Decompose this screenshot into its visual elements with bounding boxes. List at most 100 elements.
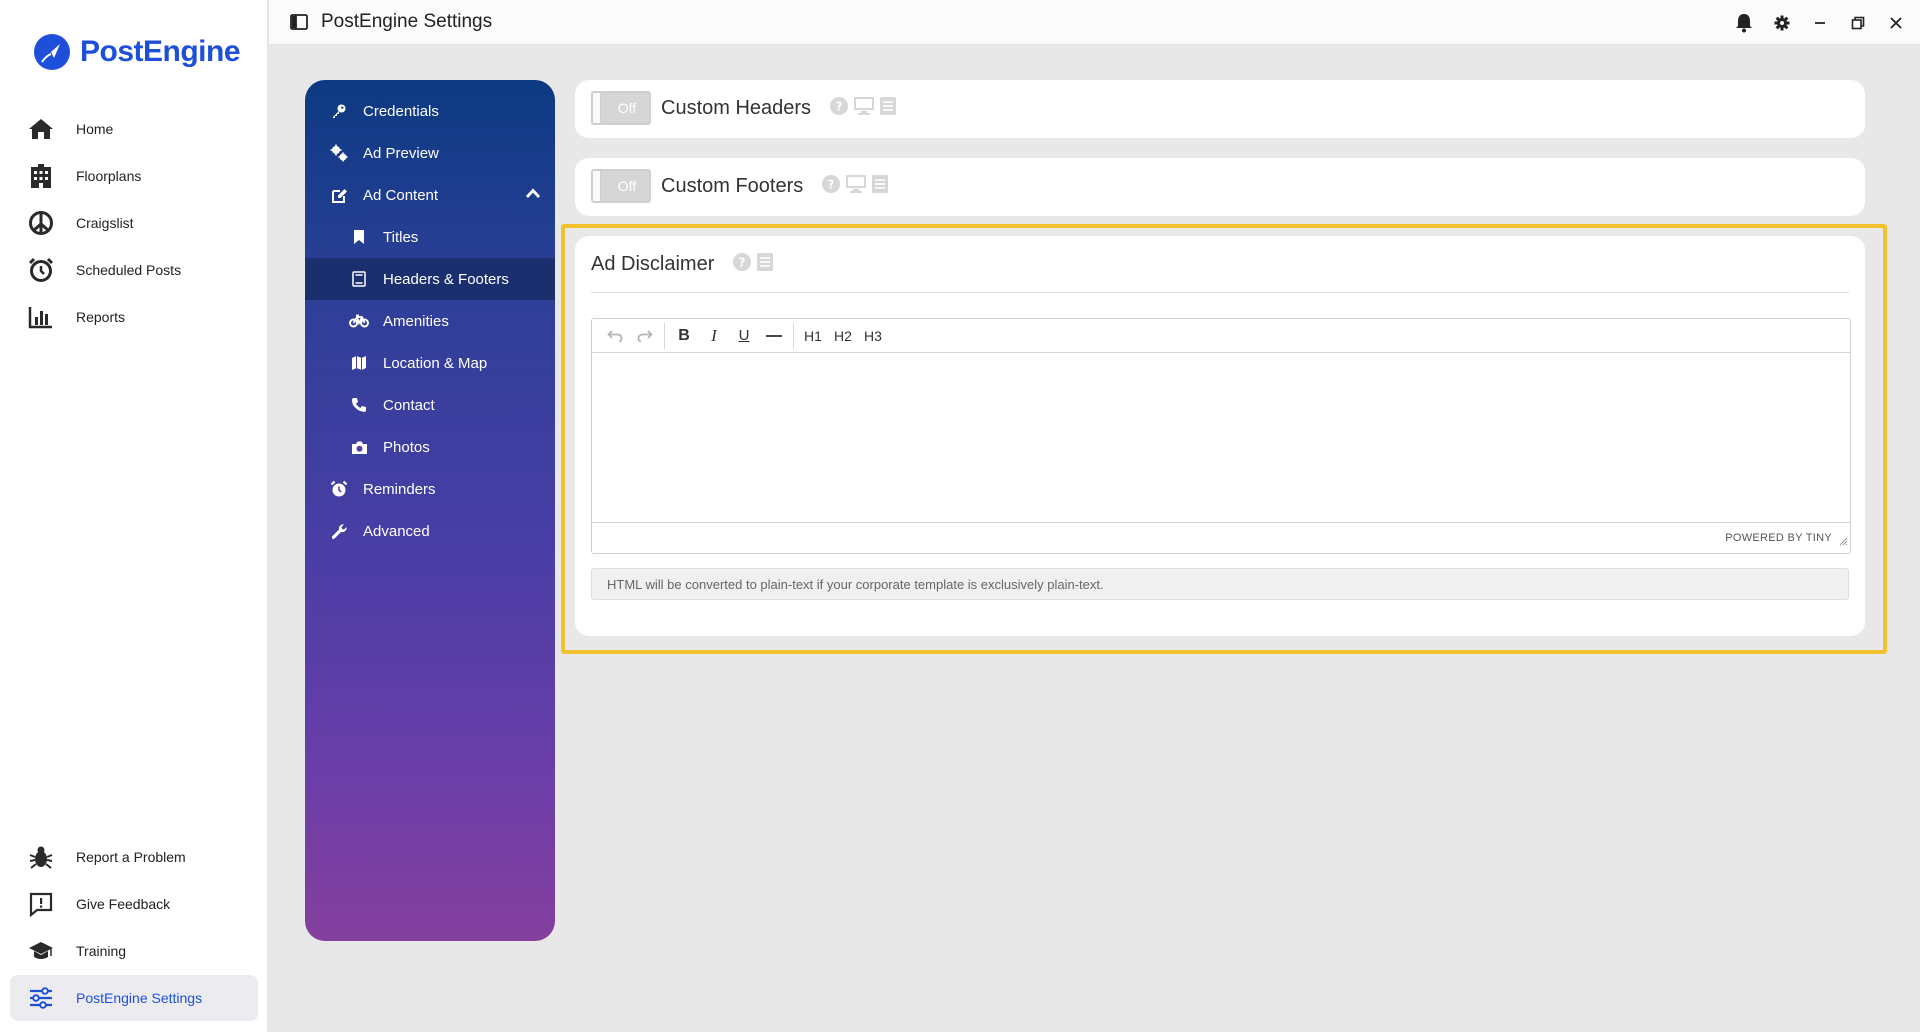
rich-text-editor: B I U H1 H2 H3 POWERED BY TINY [591, 318, 1851, 554]
settings-nav-photos[interactable]: Photos [305, 426, 555, 468]
powered-by-tiny-link[interactable]: POWERED BY TINY [1725, 532, 1832, 544]
logo-text: PostEngine [80, 35, 241, 68]
help-icon[interactable]: ? [821, 174, 841, 199]
peace-icon [26, 208, 56, 238]
settings-nav-label: Amenities [383, 312, 449, 330]
sidebar-item-scheduled-posts[interactable]: Scheduled Posts [10, 247, 258, 293]
graduation-cap-icon [26, 936, 56, 966]
close-icon[interactable] [1886, 13, 1906, 33]
custom-footers-toggle[interactable]: Off [591, 169, 651, 203]
italic-button[interactable]: I [699, 323, 729, 349]
settings-nav: Credentials Ad Preview Ad Content Titles… [305, 80, 555, 941]
desktop-icon [853, 96, 875, 121]
building-icon [26, 161, 56, 191]
settings-nav-ad-content[interactable]: Ad Content [305, 174, 555, 216]
app-sidebar: PostEngine Home Floorplans Craigslist Sc… [0, 0, 268, 1032]
sidebar-item-reports[interactable]: Reports [10, 294, 258, 340]
settings-nav-label: Advanced [363, 522, 430, 540]
window-title: PostEngine Settings [321, 11, 493, 32]
sidebar-item-label: Floorplans [76, 168, 142, 184]
toolbar-separator [793, 322, 794, 349]
help-icon[interactable]: ? [732, 252, 752, 277]
sidebar-item-report-problem[interactable]: Report a Problem [10, 834, 258, 880]
desktop-icon [845, 174, 867, 199]
custom-headers-toggle[interactable]: Off [591, 91, 651, 125]
edit-icon [329, 185, 349, 205]
toggle-knob [593, 171, 601, 201]
settings-nav-label: Location & Map [383, 354, 488, 372]
settings-nav-headers-footers[interactable]: Headers & Footers [305, 258, 555, 300]
settings-nav-label: Titles [383, 228, 419, 246]
title-bar: PostEngine Settings [269, 0, 1920, 45]
bar-chart-icon [26, 302, 56, 332]
settings-nav-label: Credentials [363, 102, 439, 120]
settings-nav-amenities[interactable]: Amenities [305, 300, 555, 342]
settings-nav-label: Reminders [363, 480, 436, 498]
document-icon [349, 269, 369, 289]
toggle-state-label: Off [617, 100, 637, 116]
custom-footers-card: Off Custom Footers ? [575, 158, 1865, 216]
camera-icon [349, 437, 369, 457]
heading-3-button[interactable]: H3 [858, 323, 888, 349]
editor-content-area[interactable] [592, 353, 1850, 523]
sidebar-item-floorplans[interactable]: Floorplans [10, 153, 258, 199]
resize-handle-icon[interactable] [1838, 533, 1848, 551]
sidebar-item-craigslist[interactable]: Craigslist [10, 200, 258, 246]
toggle-knob [593, 93, 601, 123]
custom-headers-card: Off Custom Headers ? [575, 80, 1865, 138]
sidebar-item-label: Reports [76, 309, 126, 325]
bell-icon[interactable] [1734, 13, 1754, 33]
settings-nav-ad-preview[interactable]: Ad Preview [305, 132, 555, 174]
bold-button[interactable]: B [669, 323, 699, 349]
svg-text:?: ? [836, 99, 843, 113]
chevron-up-icon[interactable] [525, 186, 541, 204]
bicycle-icon [349, 311, 369, 331]
settings-nav-label: Ad Preview [363, 144, 439, 162]
settings-nav-label: Headers & Footers [383, 270, 509, 288]
sliders-icon [26, 983, 56, 1013]
heading-1-button[interactable]: H1 [798, 323, 828, 349]
settings-nav-titles[interactable]: Titles [305, 216, 555, 258]
underline-button[interactable]: U [729, 323, 759, 349]
settings-nav-location-map[interactable]: Location & Map [305, 342, 555, 384]
sidebar-item-label: Craigslist [76, 215, 134, 231]
sidebar-item-training[interactable]: Training [10, 928, 258, 974]
settings-nav-label: Contact [383, 396, 435, 414]
horizontal-rule-button[interactable] [759, 323, 789, 349]
redo-button[interactable] [630, 323, 660, 349]
home-icon [26, 114, 56, 144]
svg-text:?: ? [739, 256, 746, 270]
gear-icon[interactable] [1772, 13, 1792, 33]
sidebar-item-label: Give Feedback [76, 896, 171, 912]
help-icon[interactable]: ? [829, 96, 849, 121]
editor-status-bar: POWERED BY TINY [592, 523, 1850, 553]
sidebar-item-home[interactable]: Home [10, 106, 258, 152]
plain-text-note: HTML will be converted to plain-text if … [591, 568, 1849, 600]
alarm-clock-icon [329, 479, 349, 499]
sidebar-item-postengine-settings[interactable]: PostEngine Settings [10, 975, 258, 1021]
feedback-icon [26, 889, 56, 919]
settings-nav-credentials[interactable]: Credentials [305, 90, 555, 132]
undo-button[interactable] [600, 323, 630, 349]
document-icon [871, 174, 889, 199]
settings-nav-contact[interactable]: Contact [305, 384, 555, 426]
minimize-icon[interactable] [1810, 13, 1830, 33]
settings-nav-reminders[interactable]: Reminders [305, 468, 555, 510]
postengine-logo[interactable]: PostEngine [32, 32, 241, 72]
sidebar-item-label: Scheduled Posts [76, 262, 182, 278]
wrench-icon [329, 521, 349, 541]
settings-nav-advanced[interactable]: Advanced [305, 510, 555, 552]
settings-nav-label: Photos [383, 438, 430, 456]
gears-icon [329, 143, 349, 163]
document-icon [756, 252, 774, 277]
restore-icon[interactable] [1848, 13, 1868, 33]
sidebar-item-give-feedback[interactable]: Give Feedback [10, 881, 258, 927]
bug-icon [26, 842, 56, 872]
sidebar-item-label: PostEngine Settings [76, 990, 203, 1006]
document-icon [879, 96, 897, 121]
toggle-state-label: Off [617, 178, 637, 194]
divider [591, 292, 1849, 293]
sidebar-item-label: Training [76, 943, 127, 959]
heading-2-button[interactable]: H2 [828, 323, 858, 349]
sidebar-toggle-icon[interactable] [289, 12, 309, 32]
